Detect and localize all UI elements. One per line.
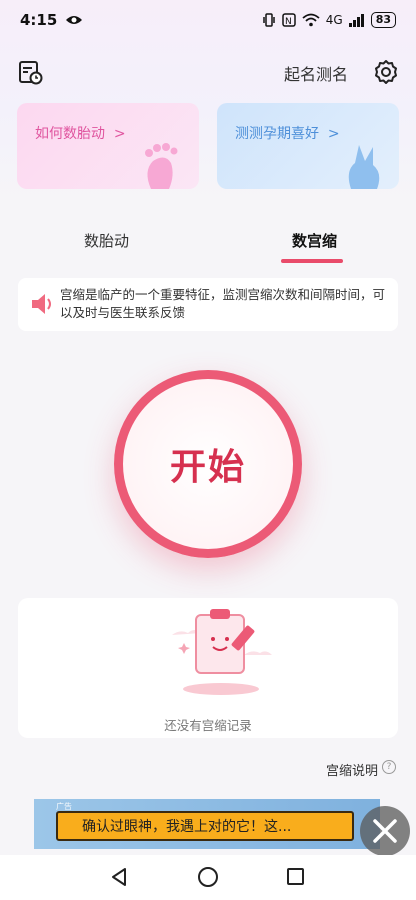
contraction-records: 还没有宫缩记录 [18,598,398,738]
empty-records-text: 还没有宫缩记录 [164,718,252,733]
tab-count-kicks[interactable]: 数胎动 [84,230,129,251]
back-icon[interactable] [110,867,128,887]
rabbit-icon [348,145,380,189]
tab-count-contractions[interactable]: 数宫缩 [292,230,337,251]
system-nav-bar [0,855,416,900]
ad-text-box: 确认过眼神，我遇上对的它！这... [56,811,354,841]
status-bar: 4:15 N 4G 83 [0,0,416,40]
wifi-icon [302,13,320,27]
footprint-icon [145,143,178,189]
svg-text:N: N [285,17,292,27]
info-text: 宫缩是临产的一个重要特征，监测宫缩次数和间隔时间，可以及时与医生联系反馈 [60,287,386,320]
ad-text: 确认过眼神，我遇上对的它！这... [82,819,292,835]
ad-close-button[interactable] [360,806,410,856]
eye-icon [66,16,83,24]
start-button-wrap: 开始 [114,370,302,558]
card-label: 如何数胎动 > [35,126,126,142]
gear-icon[interactable] [372,58,400,86]
help-icon[interactable]: ? [382,760,396,774]
start-button[interactable]: 开始 [114,370,302,558]
how-to-count-kicks-card[interactable]: 如何数胎动 > [17,103,199,189]
empty-clipboard-illustration [172,609,272,695]
battery-indicator: 83 [370,12,396,28]
naming-link[interactable]: 起名测名 [284,61,348,85]
close-icon [373,819,397,843]
contraction-info-box: 宫缩是临产的一个重要特征，监测宫缩次数和间隔时间，可以及时与医生联系反馈 [18,278,398,331]
home-icon[interactable] [198,867,218,887]
active-tab-indicator [281,259,343,263]
network-type: 4G [325,13,343,27]
contraction-explain-link[interactable]: 宫缩说明 [326,760,378,779]
status-time: 4:15 [20,11,58,29]
start-label: 开始 [169,447,246,488]
pregnancy-preference-card[interactable]: 测测孕期喜好 > [217,103,399,189]
signal-icon [348,14,364,27]
mode-tabs: 数胎动 数宫缩 [0,222,416,268]
recent-apps-icon[interactable] [287,868,304,885]
speaker-icon [32,294,51,314]
record-history-icon[interactable] [16,58,44,86]
vibrate-icon [263,13,275,27]
top-header: 起名测名 [0,50,416,94]
card-label: 测测孕期喜好 > [235,126,340,142]
ad-banner[interactable]: 广告 确认过眼神，我遇上对的它！这... [34,799,380,849]
nfc-icon: N [282,13,296,27]
